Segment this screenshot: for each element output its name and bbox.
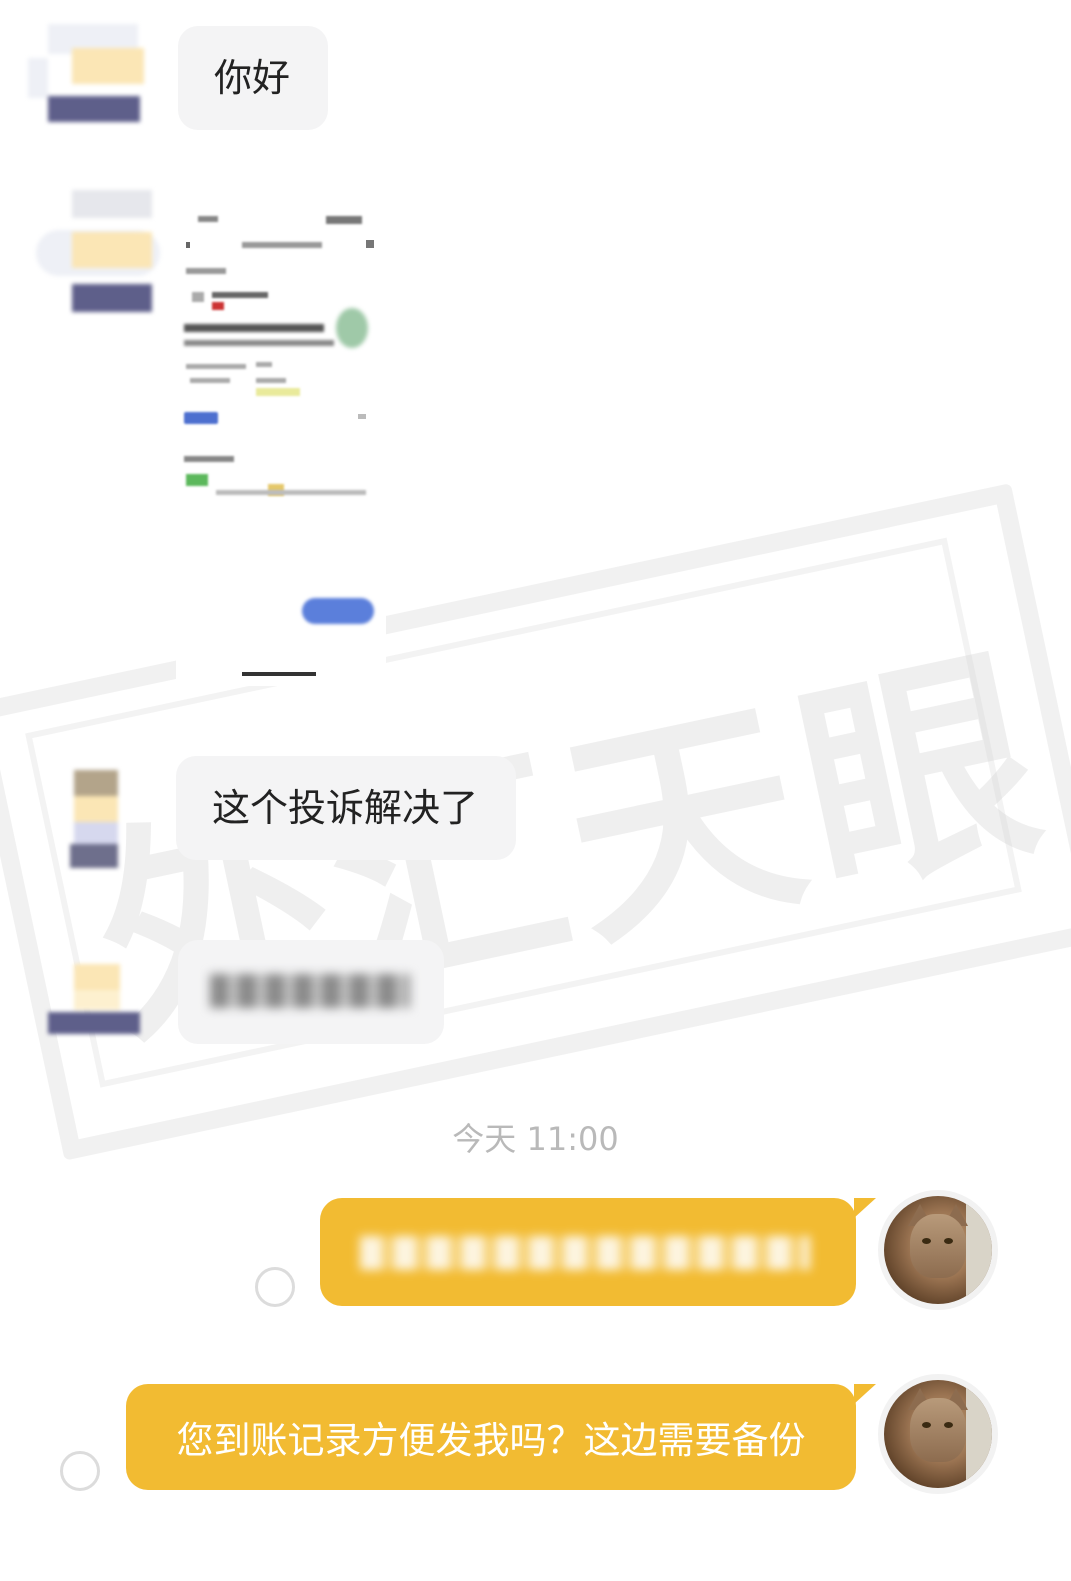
- message-text: 这个投诉解决了: [212, 786, 479, 830]
- unread-indicator: [60, 1451, 100, 1491]
- message-bubble-incoming[interactable]: [178, 940, 444, 1044]
- sender-avatar[interactable]: [48, 744, 172, 872]
- image-message-thumbnail[interactable]: [176, 196, 386, 686]
- unread-indicator: [255, 1267, 295, 1307]
- watermark-inner-frame: [25, 537, 1022, 1088]
- redacted-text: [210, 974, 410, 1008]
- redacted-text: [360, 1236, 810, 1270]
- message-bubble-incoming[interactable]: 你好: [178, 26, 328, 130]
- timestamp: 今天 11:00: [452, 1120, 619, 1158]
- bubble-tail: [854, 1384, 876, 1404]
- bubble-tail: [854, 1198, 876, 1218]
- message-bubble-outgoing[interactable]: [320, 1198, 876, 1306]
- self-avatar-cat[interactable]: [884, 1380, 992, 1488]
- sender-avatar[interactable]: [28, 18, 152, 146]
- message-bubble-outgoing[interactable]: 您到账记录方便发我吗？这边需要备份: [126, 1384, 876, 1490]
- self-avatar-cat[interactable]: [884, 1196, 992, 1304]
- sender-avatar[interactable]: [48, 940, 172, 1068]
- sender-avatar[interactable]: [36, 190, 160, 318]
- message-text: 您到账记录方便发我吗？这边需要备份: [176, 1419, 806, 1462]
- message-text: 你好: [214, 56, 291, 100]
- message-bubble-incoming[interactable]: 这个投诉解决了: [176, 756, 516, 860]
